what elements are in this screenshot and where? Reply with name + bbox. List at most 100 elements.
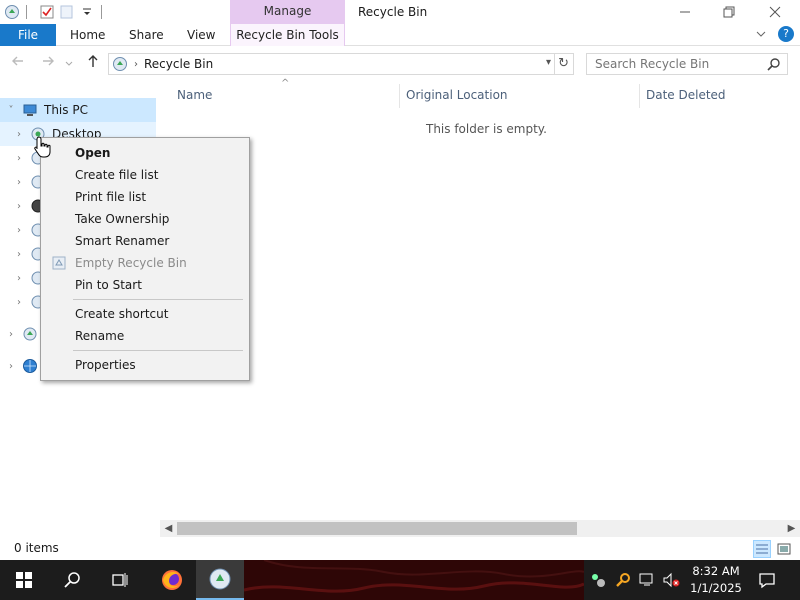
column-divider[interactable] — [399, 84, 400, 108]
menu-item-properties[interactable]: Properties — [43, 354, 247, 376]
menu-item-open[interactable]: Open — [43, 142, 247, 164]
menu-item-label: Empty Recycle Bin — [75, 256, 187, 270]
address-bar[interactable]: › Recycle Bin ▾ ↻ — [108, 53, 574, 75]
taskbar-firefox[interactable] — [148, 560, 196, 600]
recycle-bin-icon[interactable] — [4, 4, 20, 20]
tree-item-recycle-bin[interactable]: › — [0, 322, 38, 346]
menu-item-rename[interactable]: Rename — [43, 325, 247, 347]
tray-item[interactable] — [586, 560, 610, 600]
column-divider[interactable] — [639, 84, 640, 108]
horizontal-scrollbar[interactable]: ◀ ▶ — [160, 520, 800, 537]
chevron-right-icon[interactable]: › — [12, 201, 26, 212]
qat-separator — [26, 5, 27, 19]
firefox-icon — [162, 570, 182, 590]
recent-locations-button[interactable] — [62, 54, 76, 74]
menu-separator — [73, 299, 243, 300]
back-arrow-icon — [12, 56, 23, 66]
chevron-right-icon[interactable]: › — [12, 297, 26, 308]
large-icons-view-icon — [777, 543, 791, 555]
tree-item-this-pc[interactable]: ˅ This PC — [0, 98, 156, 122]
scroll-right-icon[interactable]: ▶ — [783, 520, 800, 537]
empty-folder-message: This folder is empty. — [426, 122, 547, 136]
close-icon — [769, 6, 781, 18]
notification-icon — [759, 573, 775, 589]
task-view-icon — [112, 573, 128, 587]
tab-home[interactable]: Home — [70, 24, 105, 46]
close-button[interactable] — [752, 0, 798, 24]
expand-ribbon-icon[interactable] — [756, 29, 766, 39]
tab-share[interactable]: Share — [129, 24, 164, 46]
menu-item-take-ownership[interactable]: Take Ownership — [43, 208, 247, 230]
menu-item-create-file-list[interactable]: Create file list — [43, 164, 247, 186]
action-center-button[interactable] — [752, 560, 782, 600]
column-header-name[interactable]: Name — [177, 84, 212, 106]
help-button[interactable]: ? — [778, 26, 794, 42]
column-header-date-deleted[interactable]: Date Deleted — [646, 84, 726, 106]
item-count: 0 items — [14, 541, 59, 555]
chevron-right-icon[interactable]: › — [4, 361, 18, 372]
task-view-button[interactable] — [96, 560, 144, 600]
large-icons-view-button[interactable] — [775, 540, 793, 558]
chevron-down-icon[interactable]: ˅ — [4, 105, 18, 116]
customize-qat-icon[interactable] — [79, 4, 95, 20]
network-status-button[interactable] — [636, 560, 658, 600]
clock-date: 1/1/2025 — [690, 581, 742, 595]
file-tab[interactable]: File — [0, 24, 56, 46]
tab-view[interactable]: View — [187, 24, 215, 46]
chevron-right-icon[interactable]: › — [12, 225, 26, 236]
start-button[interactable] — [0, 560, 48, 600]
menu-item-create-shortcut[interactable]: Create shortcut — [43, 303, 247, 325]
scrollbar-thumb[interactable] — [177, 522, 577, 535]
recycle-bin-icon — [52, 256, 66, 270]
menu-item-print-file-list[interactable]: Print file list — [43, 186, 247, 208]
minimize-icon — [680, 11, 690, 13]
qat-separator — [101, 5, 102, 19]
recycle-bin-icon — [209, 568, 231, 590]
details-view-icon — [756, 544, 768, 554]
forward-button[interactable] — [38, 54, 58, 74]
breadcrumb-chevron-icon[interactable]: › — [134, 59, 138, 70]
network-monitor-icon — [639, 573, 653, 586]
menu-item-pin-to-start[interactable]: Pin to Start — [43, 274, 247, 296]
clock[interactable]: 8:32 AM 1/1/2025 — [684, 563, 748, 597]
column-header-original-location[interactable]: Original Location — [406, 84, 508, 106]
restore-button[interactable] — [706, 0, 752, 24]
tree-item-network[interactable]: › — [0, 354, 38, 378]
minimize-button[interactable] — [662, 0, 708, 24]
menu-item-smart-renamer[interactable]: Smart Renamer — [43, 230, 247, 252]
menu-separator — [73, 350, 243, 351]
taskbar-recycle-bin-explorer[interactable] — [196, 560, 244, 600]
desktop-wallpaper-strip — [244, 560, 584, 600]
chevron-right-icon[interactable]: › — [12, 249, 26, 260]
back-button[interactable] — [8, 54, 28, 74]
taskbar: 8:32 AM 1/1/2025 — [0, 560, 800, 600]
ribbon-tab-bar: File Home Share View Recycle Bin Tools ? — [0, 24, 800, 46]
chevron-right-icon[interactable]: › — [12, 129, 26, 140]
breadcrumb-recycle-bin[interactable]: Recycle Bin — [144, 57, 213, 71]
refresh-icon[interactable]: ↻ — [558, 56, 569, 71]
search-box[interactable] — [586, 53, 788, 75]
tab-recycle-bin-tools[interactable]: Recycle Bin Tools — [230, 24, 345, 46]
up-button[interactable] — [83, 54, 103, 74]
tray-item[interactable] — [612, 560, 634, 600]
volume-muted-icon — [663, 572, 680, 588]
details-view-button[interactable] — [753, 540, 771, 558]
chevron-right-icon[interactable]: › — [4, 329, 18, 340]
sort-caret-icon: ^ — [281, 78, 290, 89]
chevron-right-icon[interactable]: › — [12, 177, 26, 188]
chevron-right-icon[interactable]: › — [12, 153, 26, 164]
taskbar-search-button[interactable] — [48, 560, 96, 600]
properties-icon[interactable] — [39, 4, 55, 20]
menu-item-empty-recycle-bin: Empty Recycle Bin — [43, 252, 247, 274]
search-input[interactable] — [587, 54, 757, 74]
scroll-left-icon[interactable]: ◀ — [160, 520, 177, 537]
network-icon — [23, 359, 37, 373]
chevron-down-icon — [65, 61, 73, 66]
chevron-right-icon[interactable]: › — [12, 273, 26, 284]
ribbon-controls: ? — [756, 26, 794, 42]
address-dropdown-icon[interactable]: ▾ — [546, 57, 551, 68]
volume-button[interactable] — [660, 560, 682, 600]
search-icon — [64, 572, 80, 588]
new-folder-icon[interactable] — [59, 4, 75, 20]
forward-arrow-icon — [43, 56, 54, 66]
